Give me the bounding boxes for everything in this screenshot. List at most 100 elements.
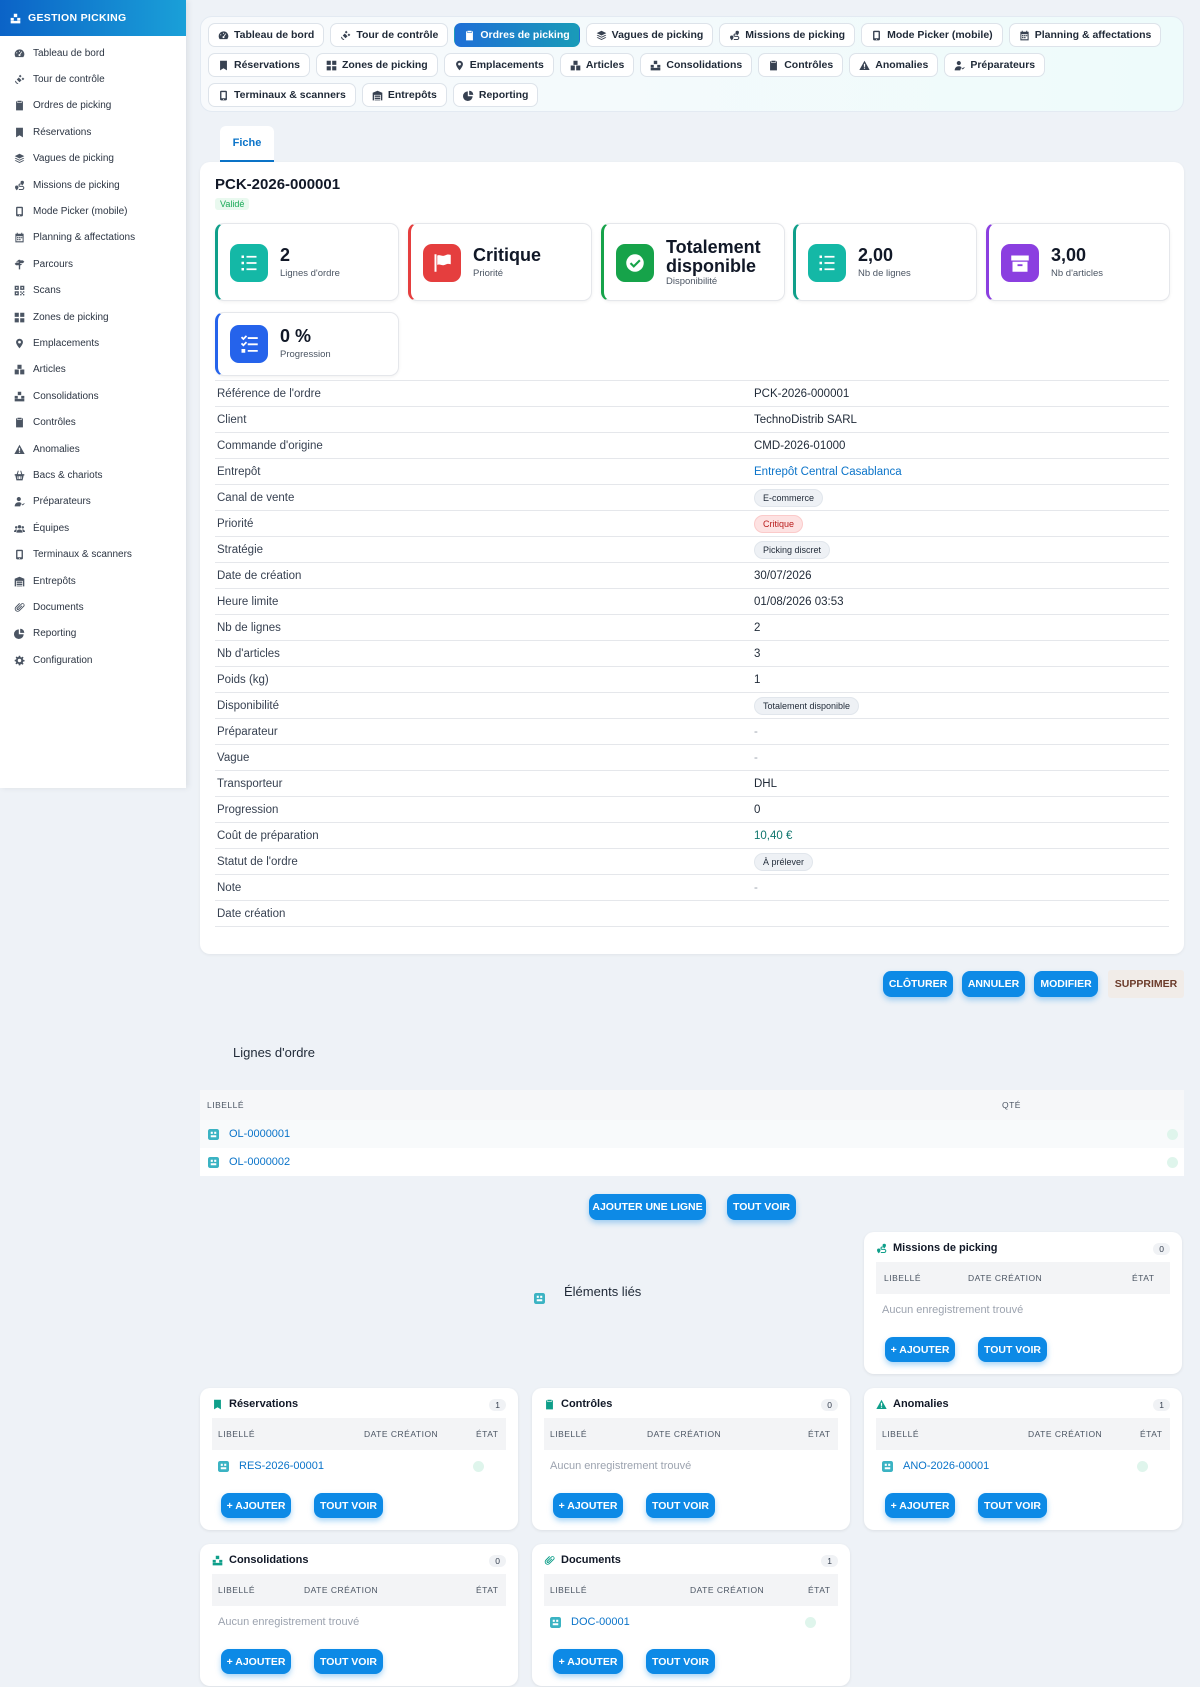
view-all-lines-button[interactable]: TOUT VOIR [727,1194,796,1220]
view-all-related-button[interactable]: TOUT VOIR [314,1493,383,1518]
cancel-order-button[interactable]: ANNULER [962,971,1025,997]
sidebar-item-terminaux-scanners[interactable]: Terminaux & scanners [0,541,186,567]
boxes-icon [14,364,25,375]
add-related-button[interactable]: + AJOUTER [553,1493,623,1518]
sidebar-item-bacs-chariots[interactable]: Bacs & chariots [0,462,186,488]
view-all-related-button[interactable]: TOUT VOIR [978,1337,1047,1362]
sidebar-item-articles[interactable]: Articles [0,357,186,383]
column-date-creation[interactable]: DATE CRÉATION [690,1585,764,1595]
delete-order-button[interactable]: SUPPRIMER [1108,970,1184,998]
column-libelle[interactable]: LIBELLÉ [550,1429,587,1439]
grid-icon [326,60,337,71]
sidebar-item-emplacements[interactable]: Emplacements [0,330,186,356]
related-item-link[interactable]: RES-2026-00001 [212,1460,324,1472]
nav-tab-planning-affectations[interactable]: Planning & affectations [1008,23,1162,47]
sidebar-item-parcours[interactable]: Parcours [0,251,186,277]
column-date-creation[interactable]: DATE CRÉATION [647,1429,721,1439]
nav-tab-mode-picker-mobile[interactable]: Mode Picker (mobile) [861,23,1003,47]
detail-value: 01/08/2026 03:53 [754,595,844,608]
table-row[interactable]: OL-0000001 [200,1120,1184,1148]
add-related-button[interactable]: + AJOUTER [553,1649,623,1674]
nav-tab-vagues-de-picking[interactable]: Vagues de picking [585,23,714,47]
tab-fiche[interactable]: Fiche [220,126,274,162]
column-libelle[interactable]: LIBELLÉ [218,1429,255,1439]
users-icon [14,523,25,534]
sidebar-item-reservations[interactable]: Réservations [0,119,186,145]
view-all-related-button[interactable]: TOUT VOIR [978,1493,1047,1518]
add-related-button[interactable]: + AJOUTER [221,1493,291,1518]
related-item-link[interactable]: DOC-00001 [544,1616,630,1628]
add-related-button[interactable]: + AJOUTER [885,1337,955,1362]
nav-tab-preparateurs[interactable]: Préparateurs [944,53,1046,77]
column-date-creation[interactable]: DATE CRÉATION [304,1585,378,1595]
sidebar-item-label: Contrôles [33,417,76,429]
related-item-link[interactable]: ANO-2026-00001 [876,1460,989,1472]
sidebar-item-zones-de-picking[interactable]: Zones de picking [0,304,186,330]
order-line-link[interactable]: OL-0000001 [229,1128,290,1140]
edit-order-button[interactable]: MODIFIER [1034,971,1098,997]
nav-tab-reservations[interactable]: Réservations [208,53,310,77]
nav-tab-emplacements[interactable]: Emplacements [443,53,554,77]
sidebar-item-vagues-de-picking[interactable]: Vagues de picking [0,146,186,172]
sidebar-item-anomalies[interactable]: Anomalies [0,436,186,462]
nav-tab-tableau-de-bord[interactable]: Tableau de bord [208,23,325,47]
sidebar-item-mode-picker-mobile[interactable]: Mode Picker (mobile) [0,198,186,224]
column-qte[interactable]: QTÉ [1002,1100,1021,1110]
app-brand[interactable]: GESTION PICKING [0,0,186,36]
sidebar-item-equipes[interactable]: Équipes [0,515,186,541]
nav-tab-tour-de-controle[interactable]: Tour de contrôle [330,23,449,47]
nav-tab-articles[interactable]: Articles [559,53,635,77]
nav-tab-controles[interactable]: Contrôles [758,53,844,77]
column-etat[interactable]: ÉTAT [476,1585,498,1595]
column-date-creation[interactable]: DATE CRÉATION [364,1429,438,1439]
view-all-related-button[interactable]: TOUT VOIR [314,1649,383,1674]
column-libelle[interactable]: LIBELLÉ [884,1273,921,1283]
sidebar-item-planning-affectations[interactable]: Planning & affectations [0,225,186,251]
column-libelle[interactable]: LIBELLÉ [882,1429,919,1439]
nav-tab-terminaux-scanners[interactable]: Terminaux & scanners [208,83,356,107]
sidebar-item-controles[interactable]: Contrôles [0,409,186,435]
nav-tab-ordres-de-picking[interactable]: Ordres de picking [454,23,580,47]
sidebar-item-reporting[interactable]: Reporting [0,621,186,647]
column-date-creation[interactable]: DATE CRÉATION [968,1273,1042,1283]
column-etat[interactable]: ÉTAT [1140,1429,1162,1439]
nav-tab-consolidations[interactable]: Consolidations [640,53,753,77]
nav-tab-entrepots[interactable]: Entrepôts [361,83,447,107]
nav-tab-zones-de-picking[interactable]: Zones de picking [315,53,438,77]
order-line-link[interactable]: OL-0000002 [229,1156,290,1168]
status-dot [473,1460,484,1472]
column-etat[interactable]: ÉTAT [1132,1273,1154,1283]
add-related-button[interactable]: + AJOUTER [221,1649,291,1674]
column-etat[interactable]: ÉTAT [808,1585,830,1595]
sidebar-item-preparateurs[interactable]: Préparateurs [0,489,186,515]
sidebar-item-tour-de-controle[interactable]: Tour de contrôle [0,66,186,92]
sidebar-item-entrepots[interactable]: Entrepôts [0,568,186,594]
nav-tab-missions-de-picking[interactable]: Missions de picking [719,23,856,47]
sidebar-item-documents[interactable]: Documents [0,594,186,620]
status-dot [1167,1128,1178,1140]
close-order-button[interactable]: CLÔTURER [883,971,953,997]
sidebar-item-scans[interactable]: Scans [0,278,186,304]
nav-tab-reporting[interactable]: Reporting [452,83,539,107]
view-all-related-button[interactable]: TOUT VOIR [646,1493,715,1518]
column-libelle[interactable]: LIBELLÉ [550,1585,587,1595]
add-line-button[interactable]: AJOUTER UNE LIGNE [589,1194,706,1220]
column-libelle[interactable]: LIBELLÉ [207,1100,1002,1110]
table-row[interactable]: OL-0000002 [200,1148,1184,1176]
view-all-related-button[interactable]: TOUT VOIR [646,1649,715,1674]
sidebar-item-missions-de-picking[interactable]: Missions de picking [0,172,186,198]
related-card-title: Documents [544,1554,621,1566]
tasks-icon [239,334,259,354]
sidebar-item-configuration[interactable]: Configuration [0,647,186,673]
sidebar-item-ordres-de-picking[interactable]: Ordres de picking [0,93,186,119]
column-etat[interactable]: ÉTAT [476,1429,498,1439]
add-related-button[interactable]: + AJOUTER [885,1493,955,1518]
column-date-creation[interactable]: DATE CRÉATION [1028,1429,1102,1439]
nav-tab-anomalies[interactable]: Anomalies [849,53,939,77]
sidebar-item-tableau-de-bord[interactable]: Tableau de bord [0,40,186,66]
sidebar-item-consolidations[interactable]: Consolidations [0,383,186,409]
count-badge: 0 [821,1399,838,1411]
column-libelle[interactable]: LIBELLÉ [218,1585,255,1595]
warehouse-link[interactable]: Entrepôt Central Casablanca [754,466,902,478]
column-etat[interactable]: ÉTAT [808,1429,830,1439]
